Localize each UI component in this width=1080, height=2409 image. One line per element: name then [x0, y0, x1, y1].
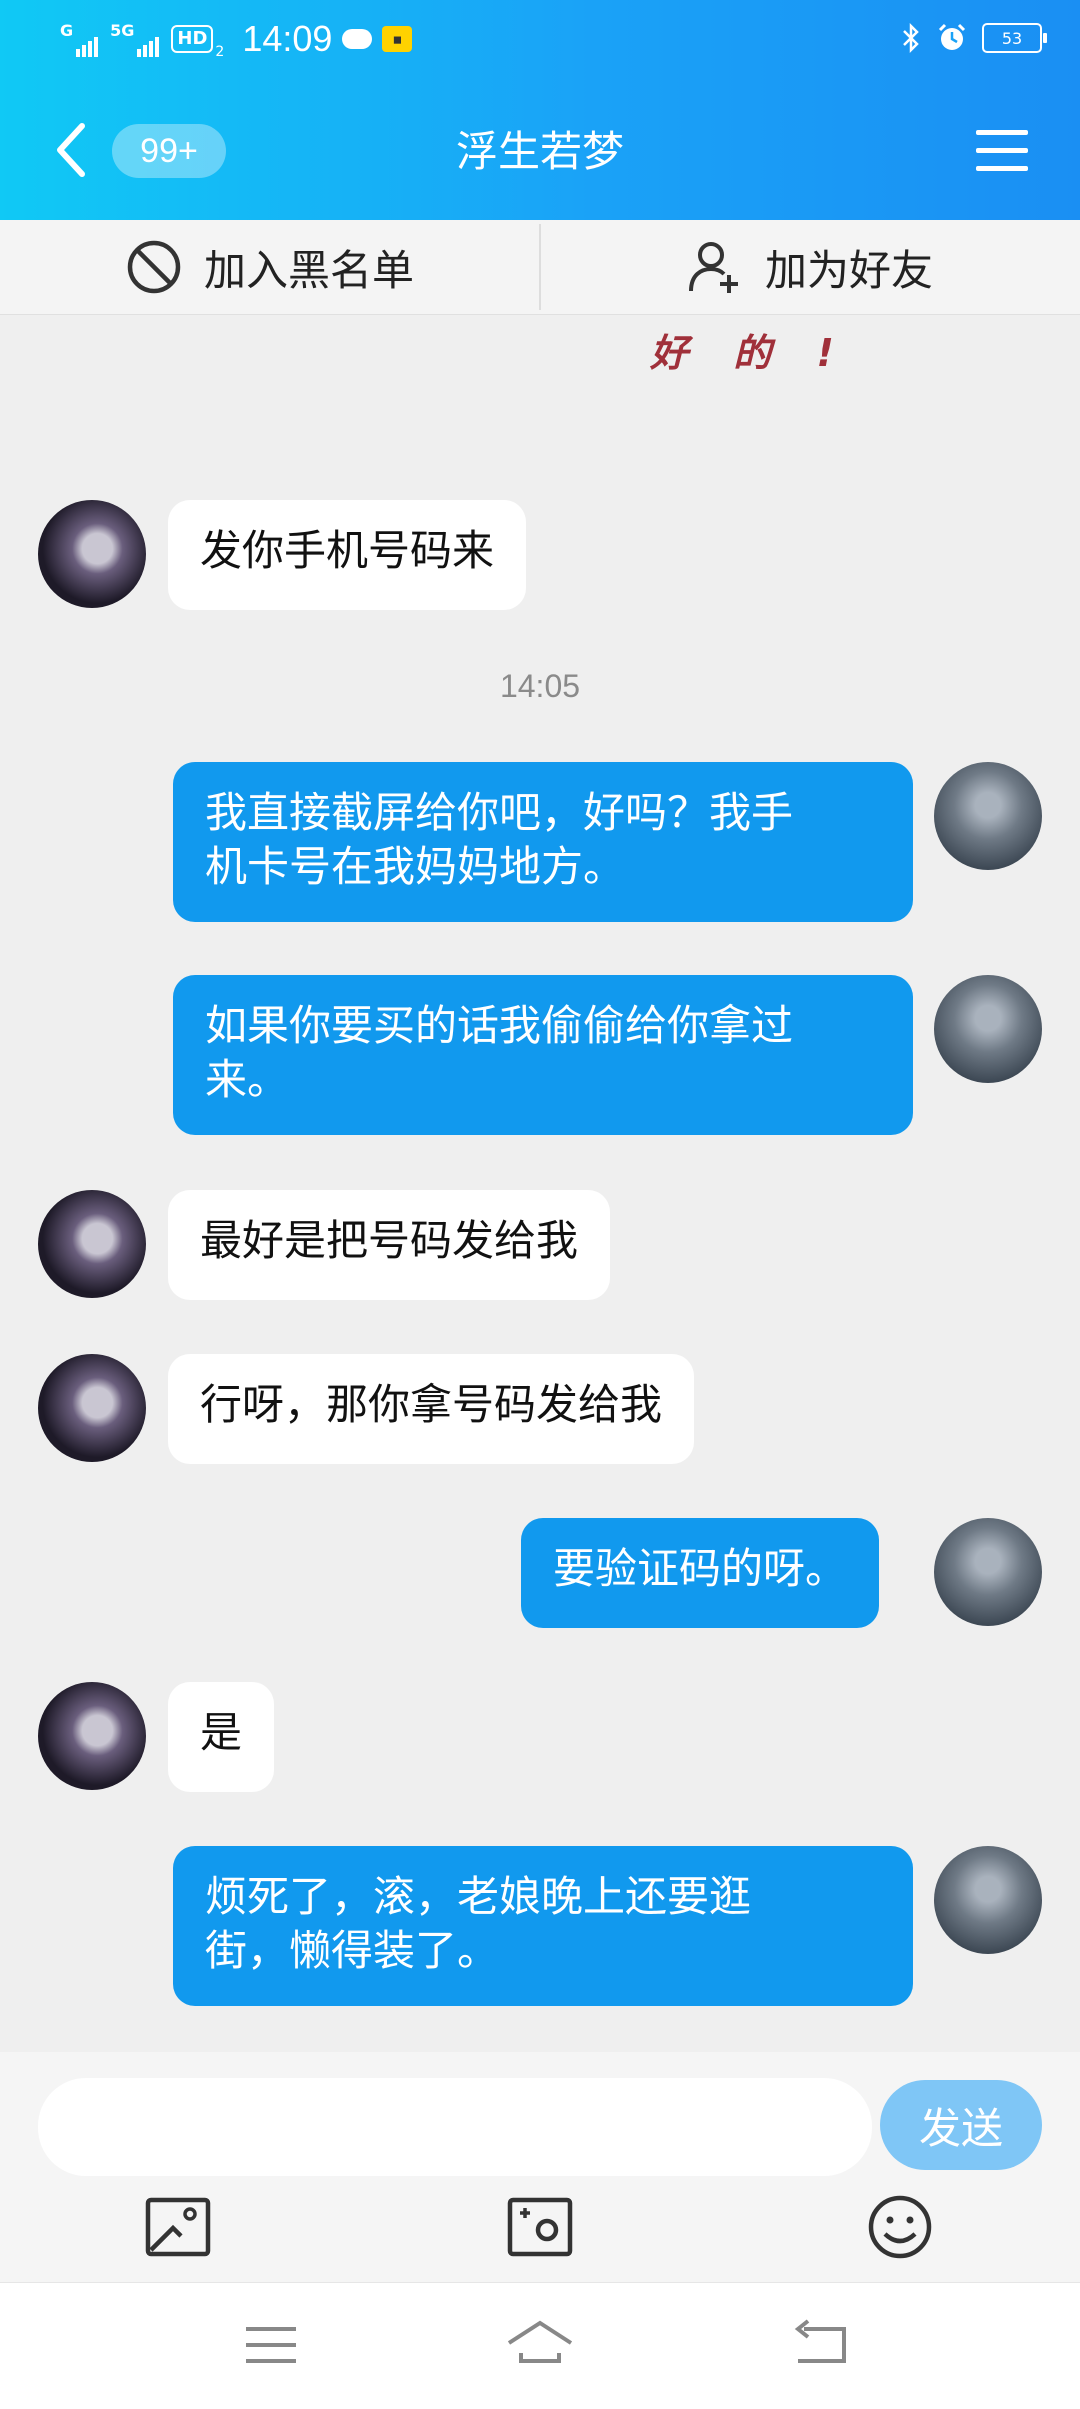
message-bubble-outgoing[interactable]: 如果你要买的话我偷偷给你拿过 来。 [173, 975, 913, 1135]
camera-icon[interactable] [505, 2192, 575, 2262]
message-timestamp: 14:05 [499, 668, 581, 704]
system-navigation-bar [0, 2282, 1080, 2409]
message-bubble-outgoing[interactable]: 我直接截屏给你吧，好吗？我手 机卡号在我妈妈地方。 [173, 762, 913, 922]
signal-1-icon: G [60, 21, 100, 57]
bluetooth-icon [903, 22, 919, 54]
add-friend-label: 加为好友 [764, 245, 933, 295]
my-avatar[interactable] [934, 975, 1042, 1083]
chat-header: G 5G HD 2 14:09 ◼ 53 99+ 浮生若梦 [0, 0, 1080, 220]
message-bubble-incoming[interactable]: 最好是把号码发给我 [168, 1190, 611, 1300]
alarm-icon [938, 23, 966, 50]
hd-sub-label: 2 [215, 44, 225, 60]
contact-avatar[interactable] [38, 1354, 146, 1462]
signal-1-label: G [60, 21, 74, 40]
signal-2-label: 5G [110, 21, 135, 40]
clock: 14:09 [242, 18, 333, 59]
add-friend-button[interactable]: 加为好友 [540, 220, 1080, 314]
message-bubble-outgoing[interactable]: 烦死了，滚，老娘晚上还要逛 街，懒得装了。 [173, 1846, 913, 2006]
emoji-icon[interactable] [865, 2192, 935, 2262]
input-area: 发送 [0, 2052, 1080, 2282]
message-input[interactable] [38, 2078, 872, 2176]
contact-avatar[interactable] [38, 500, 146, 608]
add-to-blacklist-button[interactable]: 加入黑名单 [0, 220, 540, 314]
sticker-image[interactable]: 好 的 ! [650, 322, 850, 377]
image-picker-icon[interactable] [143, 2192, 213, 2262]
block-icon [127, 240, 181, 294]
add-to-blacklist-label: 加入黑名单 [203, 245, 414, 295]
send-button[interactable]: 发送 [880, 2080, 1042, 2170]
add-friend-icon [688, 242, 738, 293]
message-bubble-incoming[interactable]: 行呀，那你拿号码发给我 [168, 1354, 695, 1464]
battery-level: 53 [1001, 28, 1023, 48]
stranger-action-bar: 加入黑名单 加为好友 [0, 220, 1080, 315]
contact-avatar[interactable] [38, 1190, 146, 1298]
signal-2-icon: 5G [110, 21, 161, 57]
menu-icon[interactable] [976, 130, 1028, 172]
message-bubble-incoming[interactable]: 是 [168, 1682, 275, 1792]
chat-title: 浮生若梦 [455, 127, 624, 176]
notification-app-icon: ◼ [382, 26, 413, 52]
message-bubble-outgoing[interactable]: 要验证码的呀。 [521, 1518, 880, 1628]
hd-icon: HD [171, 25, 214, 53]
my-avatar[interactable] [934, 762, 1042, 870]
contact-avatar[interactable] [38, 1682, 146, 1790]
my-avatar[interactable] [934, 1518, 1042, 1626]
home-icon[interactable] [505, 2315, 575, 2375]
back-icon[interactable] [784, 2315, 854, 2375]
message-bubble-incoming[interactable]: 发你手机号码来 [168, 500, 527, 610]
recent-apps-icon[interactable] [236, 2315, 306, 2375]
weather-cloud-icon [342, 29, 373, 49]
status-bar: G 5G HD 2 14:09 ◼ 53 [0, 0, 1080, 84]
my-avatar[interactable] [934, 1846, 1042, 1954]
battery-icon: 53 [982, 23, 1047, 53]
